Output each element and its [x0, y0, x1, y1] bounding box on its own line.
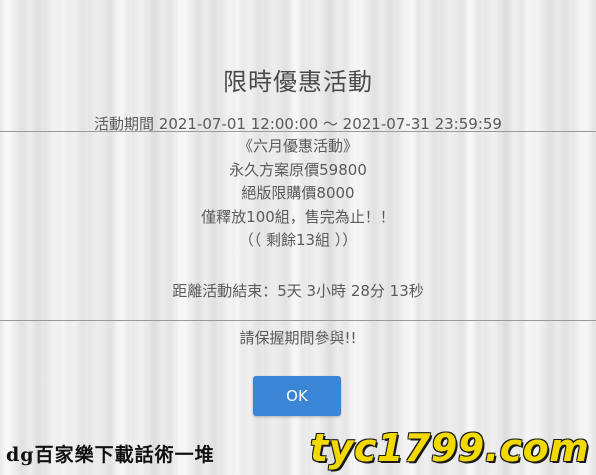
promo-line: 絕版限購價8000: [241, 184, 355, 202]
divider-top: [0, 131, 596, 132]
countdown-text: 距離活動結束：5天 3小時 28分 13秒: [172, 282, 424, 300]
promo-line: （（ 剩餘13組 ））: [238, 231, 358, 249]
promo-line: 僅釋放100組，售完為止！！: [201, 207, 395, 226]
divider-bottom: [0, 320, 596, 321]
notice-text: 請保握期間參與!!: [239, 329, 357, 347]
watermark-logo: tyc1799.com: [310, 426, 590, 470]
promo-line: 《六月優惠活動》: [237, 137, 358, 155]
promo-lines: 《六月優惠活動》 永久方案原價59800 絕版限購價8000 僅釋放100組，售…: [0, 135, 596, 253]
ok-button[interactable]: OK: [253, 376, 341, 416]
dialog-title: 限時優惠活動: [223, 68, 373, 96]
footer-caption: dg百家樂下載話術一堆: [6, 444, 215, 466]
promo-line: 永久方案原價59800: [229, 160, 367, 179]
